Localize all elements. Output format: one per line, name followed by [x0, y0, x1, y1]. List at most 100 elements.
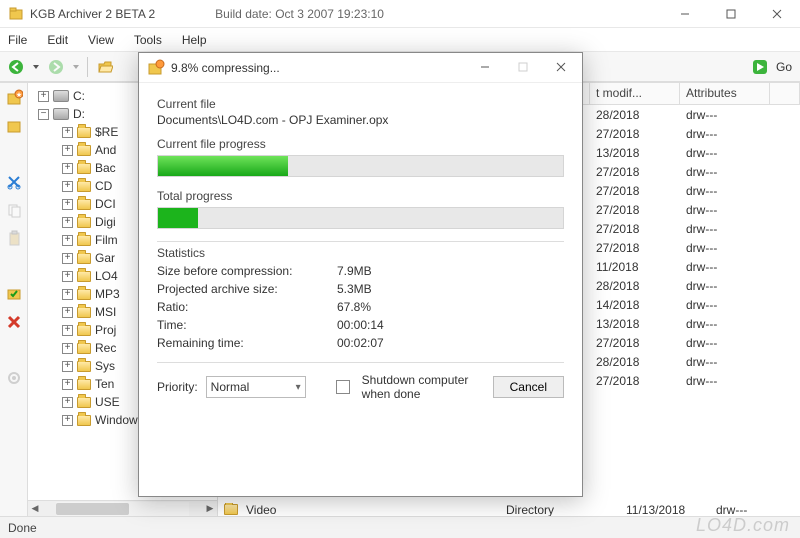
go-label: Go: [776, 60, 792, 74]
forward-button[interactable]: [44, 55, 68, 79]
sidebar: ★: [0, 83, 28, 516]
empty-slot-2: [3, 255, 25, 277]
folder-icon: [77, 289, 91, 300]
minus-icon[interactable]: −: [38, 109, 49, 120]
watermark: LO4D.com: [696, 515, 790, 536]
plus-icon[interactable]: +: [62, 379, 73, 390]
delete-icon[interactable]: [3, 311, 25, 333]
drive-icon: [53, 108, 69, 120]
verify-icon[interactable]: [3, 283, 25, 305]
stat-row-projected: Projected archive size:5.3MB: [157, 280, 564, 298]
close-button[interactable]: [754, 0, 800, 28]
folder-icon: [77, 397, 91, 408]
menu-help[interactable]: Help: [182, 33, 207, 47]
folder-icon: [77, 163, 91, 174]
stats-table: Size before compression:7.9MB Projected …: [157, 262, 564, 352]
folder-icon: [77, 199, 91, 210]
col-modified[interactable]: t modif...: [590, 83, 680, 104]
stats-label: Statistics: [157, 246, 564, 260]
dialog-titlebar: 9.8% compressing...: [139, 53, 582, 83]
tree-h-scrollbar[interactable]: ◀ ▶: [28, 500, 217, 516]
window-title: KGB Archiver 2 BETA 2: [30, 7, 155, 21]
total-progress-fill: [158, 208, 198, 228]
plus-icon[interactable]: +: [62, 289, 73, 300]
menu-tools[interactable]: Tools: [134, 33, 162, 47]
empty-slot-1: [3, 143, 25, 165]
scroll-right-icon[interactable]: ▶: [203, 502, 217, 516]
paste-icon[interactable]: [3, 227, 25, 249]
back-button[interactable]: [4, 55, 28, 79]
plus-icon[interactable]: +: [38, 91, 49, 102]
dialog-close-button[interactable]: [542, 53, 580, 81]
plus-icon[interactable]: +: [62, 325, 73, 336]
col-spacer: [770, 83, 800, 104]
plus-icon[interactable]: +: [62, 361, 73, 372]
plus-icon[interactable]: +: [62, 181, 73, 192]
priority-select[interactable]: Normal: [206, 376, 306, 398]
plus-icon[interactable]: +: [62, 271, 73, 282]
list-row[interactable]: Video Directory 11/13/2018 drw---: [218, 500, 800, 516]
plus-icon[interactable]: +: [62, 253, 73, 264]
total-progress-label: Total progress: [157, 189, 564, 203]
plus-icon[interactable]: +: [62, 307, 73, 318]
svg-text:★: ★: [15, 91, 21, 99]
build-date: Build date: Oct 3 2007 19:23:10: [215, 7, 384, 21]
current-file-label: Current file: [157, 97, 564, 111]
folder-icon: [77, 361, 91, 372]
shutdown-label: Shutdown computer when done: [362, 373, 472, 402]
folder-icon: [77, 379, 91, 390]
divider: [157, 241, 564, 242]
shutdown-checkbox[interactable]: [336, 380, 350, 394]
cancel-button[interactable]: Cancel: [493, 376, 564, 398]
scroll-left-icon[interactable]: ◀: [28, 502, 42, 516]
scroll-track[interactable]: [56, 502, 189, 516]
folder-icon: [77, 271, 91, 282]
current-progress-bar: [157, 155, 564, 177]
status-text: Done: [8, 521, 37, 535]
maximize-button[interactable]: [708, 0, 754, 28]
stat-row-remaining: Remaining time:00:02:07: [157, 334, 564, 352]
back-dropdown[interactable]: [30, 55, 42, 79]
folder-icon: [77, 145, 91, 156]
current-file-path: Documents\LO4D.com - OPJ Examiner.opx: [157, 113, 564, 127]
separator: [87, 57, 88, 77]
dialog-maximize-button[interactable]: [504, 53, 542, 81]
window-controls: [662, 0, 800, 28]
plus-icon[interactable]: +: [62, 415, 73, 426]
plus-icon[interactable]: +: [62, 145, 73, 156]
menu-file[interactable]: File: [8, 33, 27, 47]
minimize-button[interactable]: [662, 0, 708, 28]
priority-label: Priority:: [157, 380, 198, 394]
folder-icon: [77, 235, 91, 246]
statusbar: Done: [0, 516, 800, 538]
dialog-minimize-button[interactable]: [466, 53, 504, 81]
plus-icon[interactable]: +: [62, 163, 73, 174]
plus-icon[interactable]: +: [62, 199, 73, 210]
settings-icon[interactable]: [3, 367, 25, 389]
folder-icon: [77, 127, 91, 138]
add-archive-icon[interactable]: ★: [3, 87, 25, 109]
plus-icon[interactable]: +: [62, 235, 73, 246]
app-icon: [8, 6, 24, 22]
dialog-title: 9.8% compressing...: [171, 61, 280, 75]
current-progress-label: Current file progress: [157, 137, 564, 151]
scroll-thumb[interactable]: [56, 503, 129, 515]
cut-icon[interactable]: [3, 171, 25, 193]
total-progress-bar: [157, 207, 564, 229]
plus-icon[interactable]: +: [62, 397, 73, 408]
plus-icon[interactable]: +: [62, 343, 73, 354]
forward-dropdown[interactable]: [70, 55, 82, 79]
col-attributes[interactable]: Attributes: [680, 83, 770, 104]
folder-icon: [77, 181, 91, 192]
go-button[interactable]: [748, 55, 772, 79]
menu-view[interactable]: View: [88, 33, 114, 47]
menubar: File Edit View Tools Help: [0, 28, 800, 52]
copy-icon[interactable]: [3, 199, 25, 221]
plus-icon[interactable]: +: [62, 217, 73, 228]
extract-icon[interactable]: [3, 115, 25, 137]
open-folder-button[interactable]: [93, 55, 117, 79]
dialog-body: Current file Documents\LO4D.com - OPJ Ex…: [139, 83, 582, 412]
plus-icon[interactable]: +: [62, 127, 73, 138]
folder-icon: [77, 217, 91, 228]
menu-edit[interactable]: Edit: [47, 33, 68, 47]
